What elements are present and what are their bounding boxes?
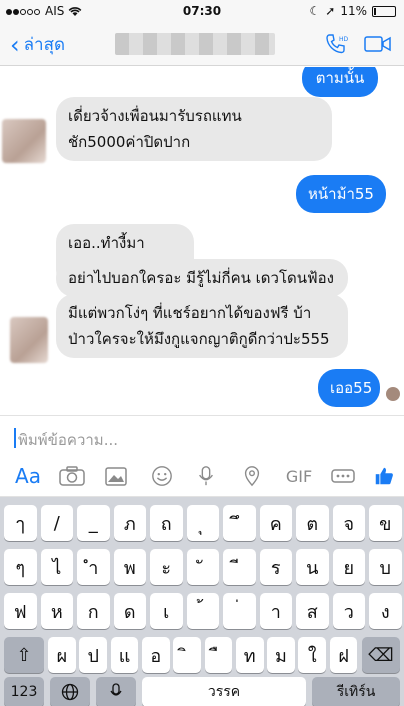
- battery-percent: 11%: [340, 4, 367, 18]
- compose-bar: พิมพ์ข้อความ...: [0, 415, 404, 457]
- text-cursor: [14, 428, 16, 448]
- key-row4-1[interactable]: ป: [79, 637, 108, 673]
- key-row2-7[interactable]: ร: [259, 549, 292, 585]
- numbers-key[interactable]: 123: [4, 677, 44, 706]
- key-row4-5[interactable]: ื: [204, 637, 233, 673]
- gif-button[interactable]: GIF: [282, 465, 316, 487]
- key-row1-0[interactable]: ๅ: [4, 505, 37, 541]
- camera-icon[interactable]: [58, 465, 86, 487]
- video-call-icon[interactable]: [364, 34, 392, 54]
- key-row3-1[interactable]: ห: [40, 593, 73, 629]
- message-bubble-incoming[interactable]: อย่าไปบอกใครอะ มีรู้ไม่กี่คน เดวโดนฟ้อง: [56, 259, 348, 297]
- photo-gallery-icon[interactable]: [104, 465, 130, 487]
- svg-text:HD: HD: [339, 36, 348, 43]
- location-pin-icon[interactable]: [242, 465, 262, 487]
- key-row3-9[interactable]: ว: [332, 593, 365, 629]
- avatar[interactable]: [2, 119, 46, 163]
- key-row4-7[interactable]: ม: [267, 637, 295, 673]
- key-row4-0[interactable]: ผ: [48, 637, 76, 673]
- key-row2-4[interactable]: ะ: [150, 549, 183, 585]
- thai-keyboard: ⇧ ⌫ 123 วรรค รีเทิร์น ๅ/_ภถุึคตจขๆไำพะัี…: [0, 497, 404, 706]
- message-list[interactable]: ตามนั้น เดี่ยวจ้างเพื่อนมารับรถแทน ชัก50…: [0, 67, 404, 415]
- key-row3-8[interactable]: ส: [296, 593, 329, 629]
- key-row3-0[interactable]: ฟ: [4, 593, 37, 629]
- more-options-icon[interactable]: [330, 465, 356, 487]
- back-button[interactable]: ‹ ล่าสุด: [10, 31, 65, 58]
- key-row1-10[interactable]: ข: [369, 505, 402, 541]
- key-row4-3[interactable]: อ: [141, 637, 170, 673]
- key-row4-6[interactable]: ท: [235, 637, 264, 673]
- shift-key[interactable]: ⇧: [4, 637, 44, 673]
- message-bubble-outgoing[interactable]: ตามนั้น: [302, 67, 378, 97]
- key-row1-5[interactable]: ุ: [186, 505, 219, 541]
- key-row3-2[interactable]: ก: [77, 593, 110, 629]
- key-row2-5[interactable]: ั: [186, 549, 219, 585]
- key-row2-8[interactable]: น: [296, 549, 329, 585]
- message-bubble-incoming[interactable]: เดี่ยวจ้างเพื่อนมารับรถแทน ชัก5000ค่าปิด…: [56, 97, 332, 161]
- key-row1-3[interactable]: ภ: [113, 505, 146, 541]
- key-row1-9[interactable]: จ: [332, 505, 365, 541]
- key-row2-10[interactable]: บ: [369, 549, 402, 585]
- back-label: ล่าสุด: [23, 35, 65, 55]
- message-bubble-outgoing[interactable]: เออ55: [318, 369, 380, 407]
- key-row1-6[interactable]: ึ: [223, 505, 256, 541]
- like-thumbs-up-icon[interactable]: [372, 465, 396, 487]
- key-row2-3[interactable]: พ: [113, 549, 146, 585]
- key-row3-5[interactable]: ้: [186, 593, 219, 629]
- key-row2-1[interactable]: ไ: [40, 549, 73, 585]
- composer-actions: Aa GIF: [0, 457, 404, 497]
- microphone-icon[interactable]: [196, 465, 216, 487]
- message-bubble-incoming[interactable]: มีแต่พวกโง่ๆ ที่แชร์อยากได้ของฟรี บ้าป่า…: [56, 294, 348, 358]
- avatar[interactable]: [10, 317, 48, 363]
- dictation-microphone-icon[interactable]: [96, 677, 136, 706]
- key-row2-6[interactable]: ี: [223, 549, 256, 585]
- status-bar: AIS 07:30 ☾ ➚ 11%: [0, 0, 404, 22]
- globe-icon[interactable]: [50, 677, 90, 706]
- key-row3-4[interactable]: เ: [150, 593, 183, 629]
- key-row4-9[interactable]: ฝ: [329, 637, 358, 673]
- key-row3-3[interactable]: ด: [113, 593, 146, 629]
- key-row3-6[interactable]: ่: [223, 593, 256, 629]
- key-row3-7[interactable]: า: [259, 593, 292, 629]
- key-row2-0[interactable]: ๆ: [4, 549, 37, 585]
- conversation-header: ‹ ล่าสุด HD: [0, 22, 404, 66]
- return-key[interactable]: รีเทิร์น: [312, 677, 400, 706]
- space-key[interactable]: วรรค: [142, 677, 306, 706]
- key-row4-2[interactable]: แ: [110, 637, 139, 673]
- seen-avatar: [386, 387, 400, 401]
- contact-name-pixelated[interactable]: [115, 33, 275, 55]
- phone-call-icon[interactable]: HD: [324, 32, 348, 56]
- emoji-icon[interactable]: [150, 465, 174, 487]
- key-row2-9[interactable]: ย: [332, 549, 365, 585]
- backspace-key[interactable]: ⌫: [362, 637, 400, 673]
- key-row1-2[interactable]: _: [77, 505, 110, 541]
- moon-icon: ☾: [309, 4, 321, 18]
- key-row2-2[interactable]: ำ: [77, 549, 110, 585]
- key-row4-8[interactable]: ใ: [298, 637, 327, 673]
- text-format-button[interactable]: Aa: [10, 464, 46, 488]
- key-row1-4[interactable]: ถ: [150, 505, 183, 541]
- chevron-left-icon: ‹: [10, 30, 20, 59]
- key-row1-7[interactable]: ค: [259, 505, 292, 541]
- key-row3-10[interactable]: ง: [369, 593, 402, 629]
- key-row1-1[interactable]: /: [40, 505, 73, 541]
- message-input[interactable]: พิมพ์ข้อความ...: [18, 428, 118, 452]
- location-arrow-icon: ➚: [325, 4, 336, 18]
- message-bubble-outgoing[interactable]: หน้าม้า55: [296, 175, 386, 213]
- key-row1-8[interactable]: ต: [296, 505, 329, 541]
- key-row4-4[interactable]: ิ: [173, 637, 201, 673]
- battery-icon: [372, 5, 396, 17]
